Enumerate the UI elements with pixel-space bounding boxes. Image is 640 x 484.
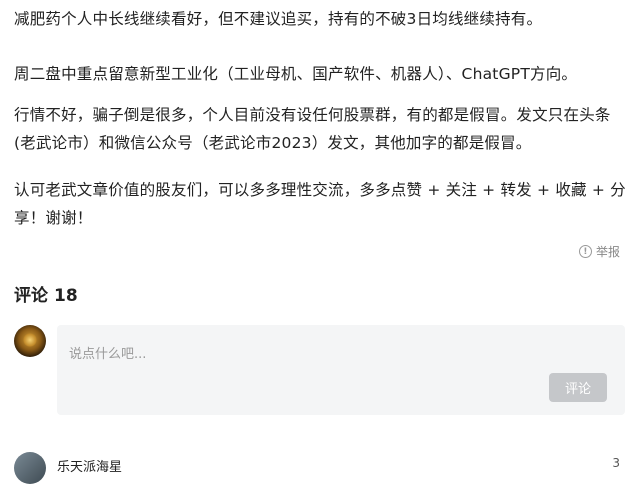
article-paragraph: 行情不好，骗子倒是很多，个人目前没有设任何股票群，有的都是假冒。发文只在头条(老… xyxy=(14,106,611,152)
report-label: 举报 xyxy=(595,245,620,259)
comment-input[interactable] xyxy=(69,344,509,364)
article-paragraph: 减肥药个人中长线继续看好，但不建议追买，持有的不破3日均线继续持有。 xyxy=(14,10,543,28)
comments-title: 评论 xyxy=(14,286,48,306)
comments-heading: 评论 18 xyxy=(14,281,78,306)
commenter-avatar[interactable] xyxy=(14,452,46,484)
warning-icon: ! xyxy=(578,245,592,258)
avatar[interactable] xyxy=(14,325,46,357)
like-count[interactable]: 3 xyxy=(612,456,620,470)
commenter-name[interactable]: 乐天派海星 xyxy=(57,456,122,475)
article-paragraph: 周二盘中重点留意新型工业化（工业母机、国产软件、机器人）、ChatGPT方向。 xyxy=(14,65,578,83)
comments-count: 18 xyxy=(54,286,78,306)
article-paragraph: 认可老武文章价值的股友们，可以多多理性交流，多多点赞 + 关注 + 转发 + 收… xyxy=(14,181,626,227)
report-button[interactable]: ! 举报 xyxy=(578,243,620,260)
comment-composer: 评论 xyxy=(57,325,625,415)
submit-comment-button[interactable]: 评论 xyxy=(549,373,607,402)
